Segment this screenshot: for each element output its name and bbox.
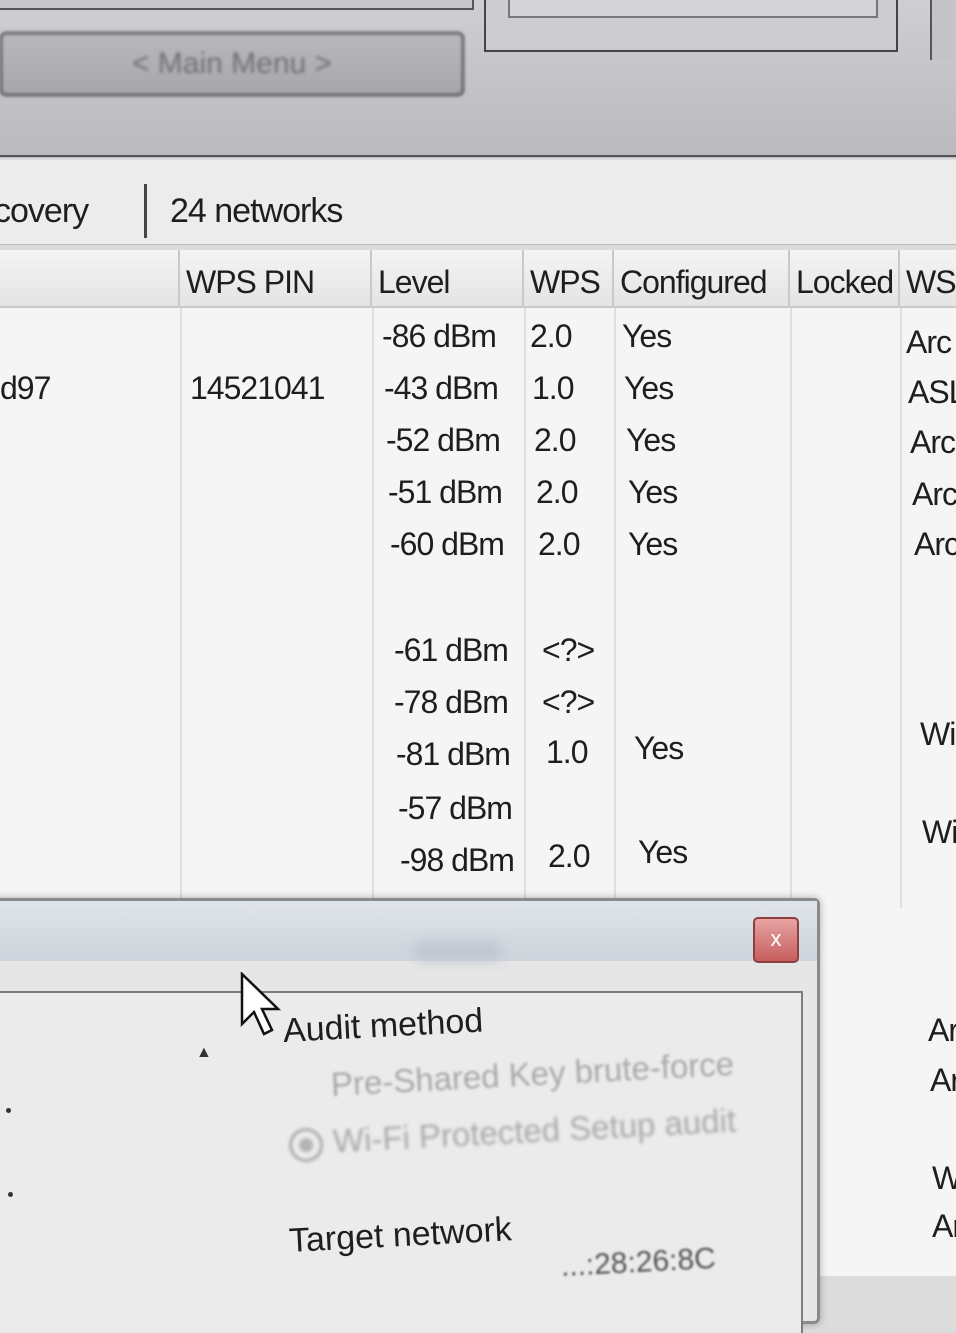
top-toolbar: < Main Menu > bbox=[0, 0, 956, 158]
mouse-cursor-icon bbox=[240, 972, 282, 1036]
cell-level: -51 dBm bbox=[388, 474, 503, 510]
column-divider bbox=[180, 308, 182, 908]
cell-wps: 1.0 bbox=[532, 370, 574, 406]
cell-wsc: Arc bbox=[906, 324, 952, 360]
cell-wps: <?> bbox=[542, 632, 595, 668]
cell-level: -57 dBm bbox=[398, 790, 513, 826]
triangle-icon: ▲ bbox=[196, 1044, 212, 1061]
status-separator bbox=[144, 184, 147, 238]
cell-level: -43 dBm bbox=[384, 370, 499, 406]
main-menu-button[interactable]: < Main Menu > bbox=[0, 32, 464, 96]
frame-divider bbox=[0, 155, 956, 157]
cell-configured: Yes bbox=[626, 422, 676, 458]
bullet-mark bbox=[8, 1192, 13, 1197]
cell-configured: Yes bbox=[622, 318, 672, 354]
cell-wsc: Wi bbox=[920, 716, 956, 752]
cell-configured: Yes bbox=[628, 526, 678, 562]
cell-wsc: Arc bbox=[910, 424, 956, 460]
cell-level: -98 dBm bbox=[400, 842, 515, 878]
cell-name: d97 bbox=[0, 370, 51, 406]
column-divider bbox=[372, 308, 374, 908]
cell-configured: Yes bbox=[638, 834, 688, 870]
cell-wps: 1.0 bbox=[546, 734, 588, 770]
column-divider bbox=[524, 308, 526, 908]
bullet-mark bbox=[6, 1108, 11, 1113]
top-panel-right bbox=[484, 0, 898, 52]
radio-icon[interactable] bbox=[288, 1127, 324, 1164]
mode-label: covery bbox=[0, 192, 89, 230]
cell-wsc: ASL bbox=[908, 374, 956, 410]
cell-wsc-fragment: W bbox=[932, 1160, 956, 1196]
top-panel-left bbox=[0, 0, 474, 10]
network-count: 24 networks bbox=[170, 192, 343, 230]
cell-wsc-fragment: Ar bbox=[928, 1012, 956, 1048]
cell-wsc: Wi bbox=[922, 814, 956, 850]
column-divider bbox=[790, 308, 792, 908]
close-button[interactable]: x bbox=[753, 917, 799, 963]
cell-configured: Yes bbox=[628, 474, 678, 510]
column-divider bbox=[614, 308, 616, 908]
cell-wps-pin: 14521041 bbox=[190, 370, 325, 406]
cell-level: -78 dBm bbox=[394, 684, 509, 720]
column-header-locked[interactable]: Locked bbox=[790, 250, 900, 308]
cell-configured: Yes bbox=[624, 370, 674, 406]
top-panel-button[interactable] bbox=[508, 0, 878, 18]
cell-wsc-fragment: Ar bbox=[932, 1208, 956, 1244]
dialog-title bbox=[413, 941, 503, 961]
cell-level: -52 dBm bbox=[386, 422, 501, 458]
cell-wps: 2.0 bbox=[536, 474, 578, 510]
cell-wsc: Arc bbox=[914, 526, 956, 562]
column-divider bbox=[900, 308, 902, 908]
dialog-titlebar[interactable]: x bbox=[0, 901, 817, 963]
column-header-wsc[interactable]: WSC bbox=[900, 250, 956, 308]
column-header-wps-pin[interactable]: WPS PIN bbox=[180, 250, 372, 308]
cell-level: -61 dBm bbox=[394, 632, 509, 668]
cell-wps: 2.0 bbox=[534, 422, 576, 458]
cell-wsc: Arc bbox=[912, 476, 956, 512]
top-scrollbar[interactable] bbox=[930, 0, 956, 60]
column-header-configured[interactable]: Configured bbox=[614, 250, 790, 308]
cell-wps: 2.0 bbox=[548, 838, 590, 874]
cell-wps: 2.0 bbox=[538, 526, 580, 562]
column-header-level[interactable]: Level bbox=[372, 250, 524, 308]
cell-configured: Yes bbox=[634, 730, 684, 766]
column-header-wps[interactable]: WPS bbox=[524, 250, 614, 308]
cell-wps: <?> bbox=[542, 684, 595, 720]
cell-level: -81 dBm bbox=[396, 736, 511, 772]
cell-wsc-fragment: Ar bbox=[930, 1062, 956, 1098]
column-header-name[interactable] bbox=[0, 250, 180, 308]
cell-wps: 2.0 bbox=[530, 318, 572, 354]
cell-level: -86 dBm bbox=[382, 318, 497, 354]
cell-level: -60 dBm bbox=[390, 526, 505, 562]
